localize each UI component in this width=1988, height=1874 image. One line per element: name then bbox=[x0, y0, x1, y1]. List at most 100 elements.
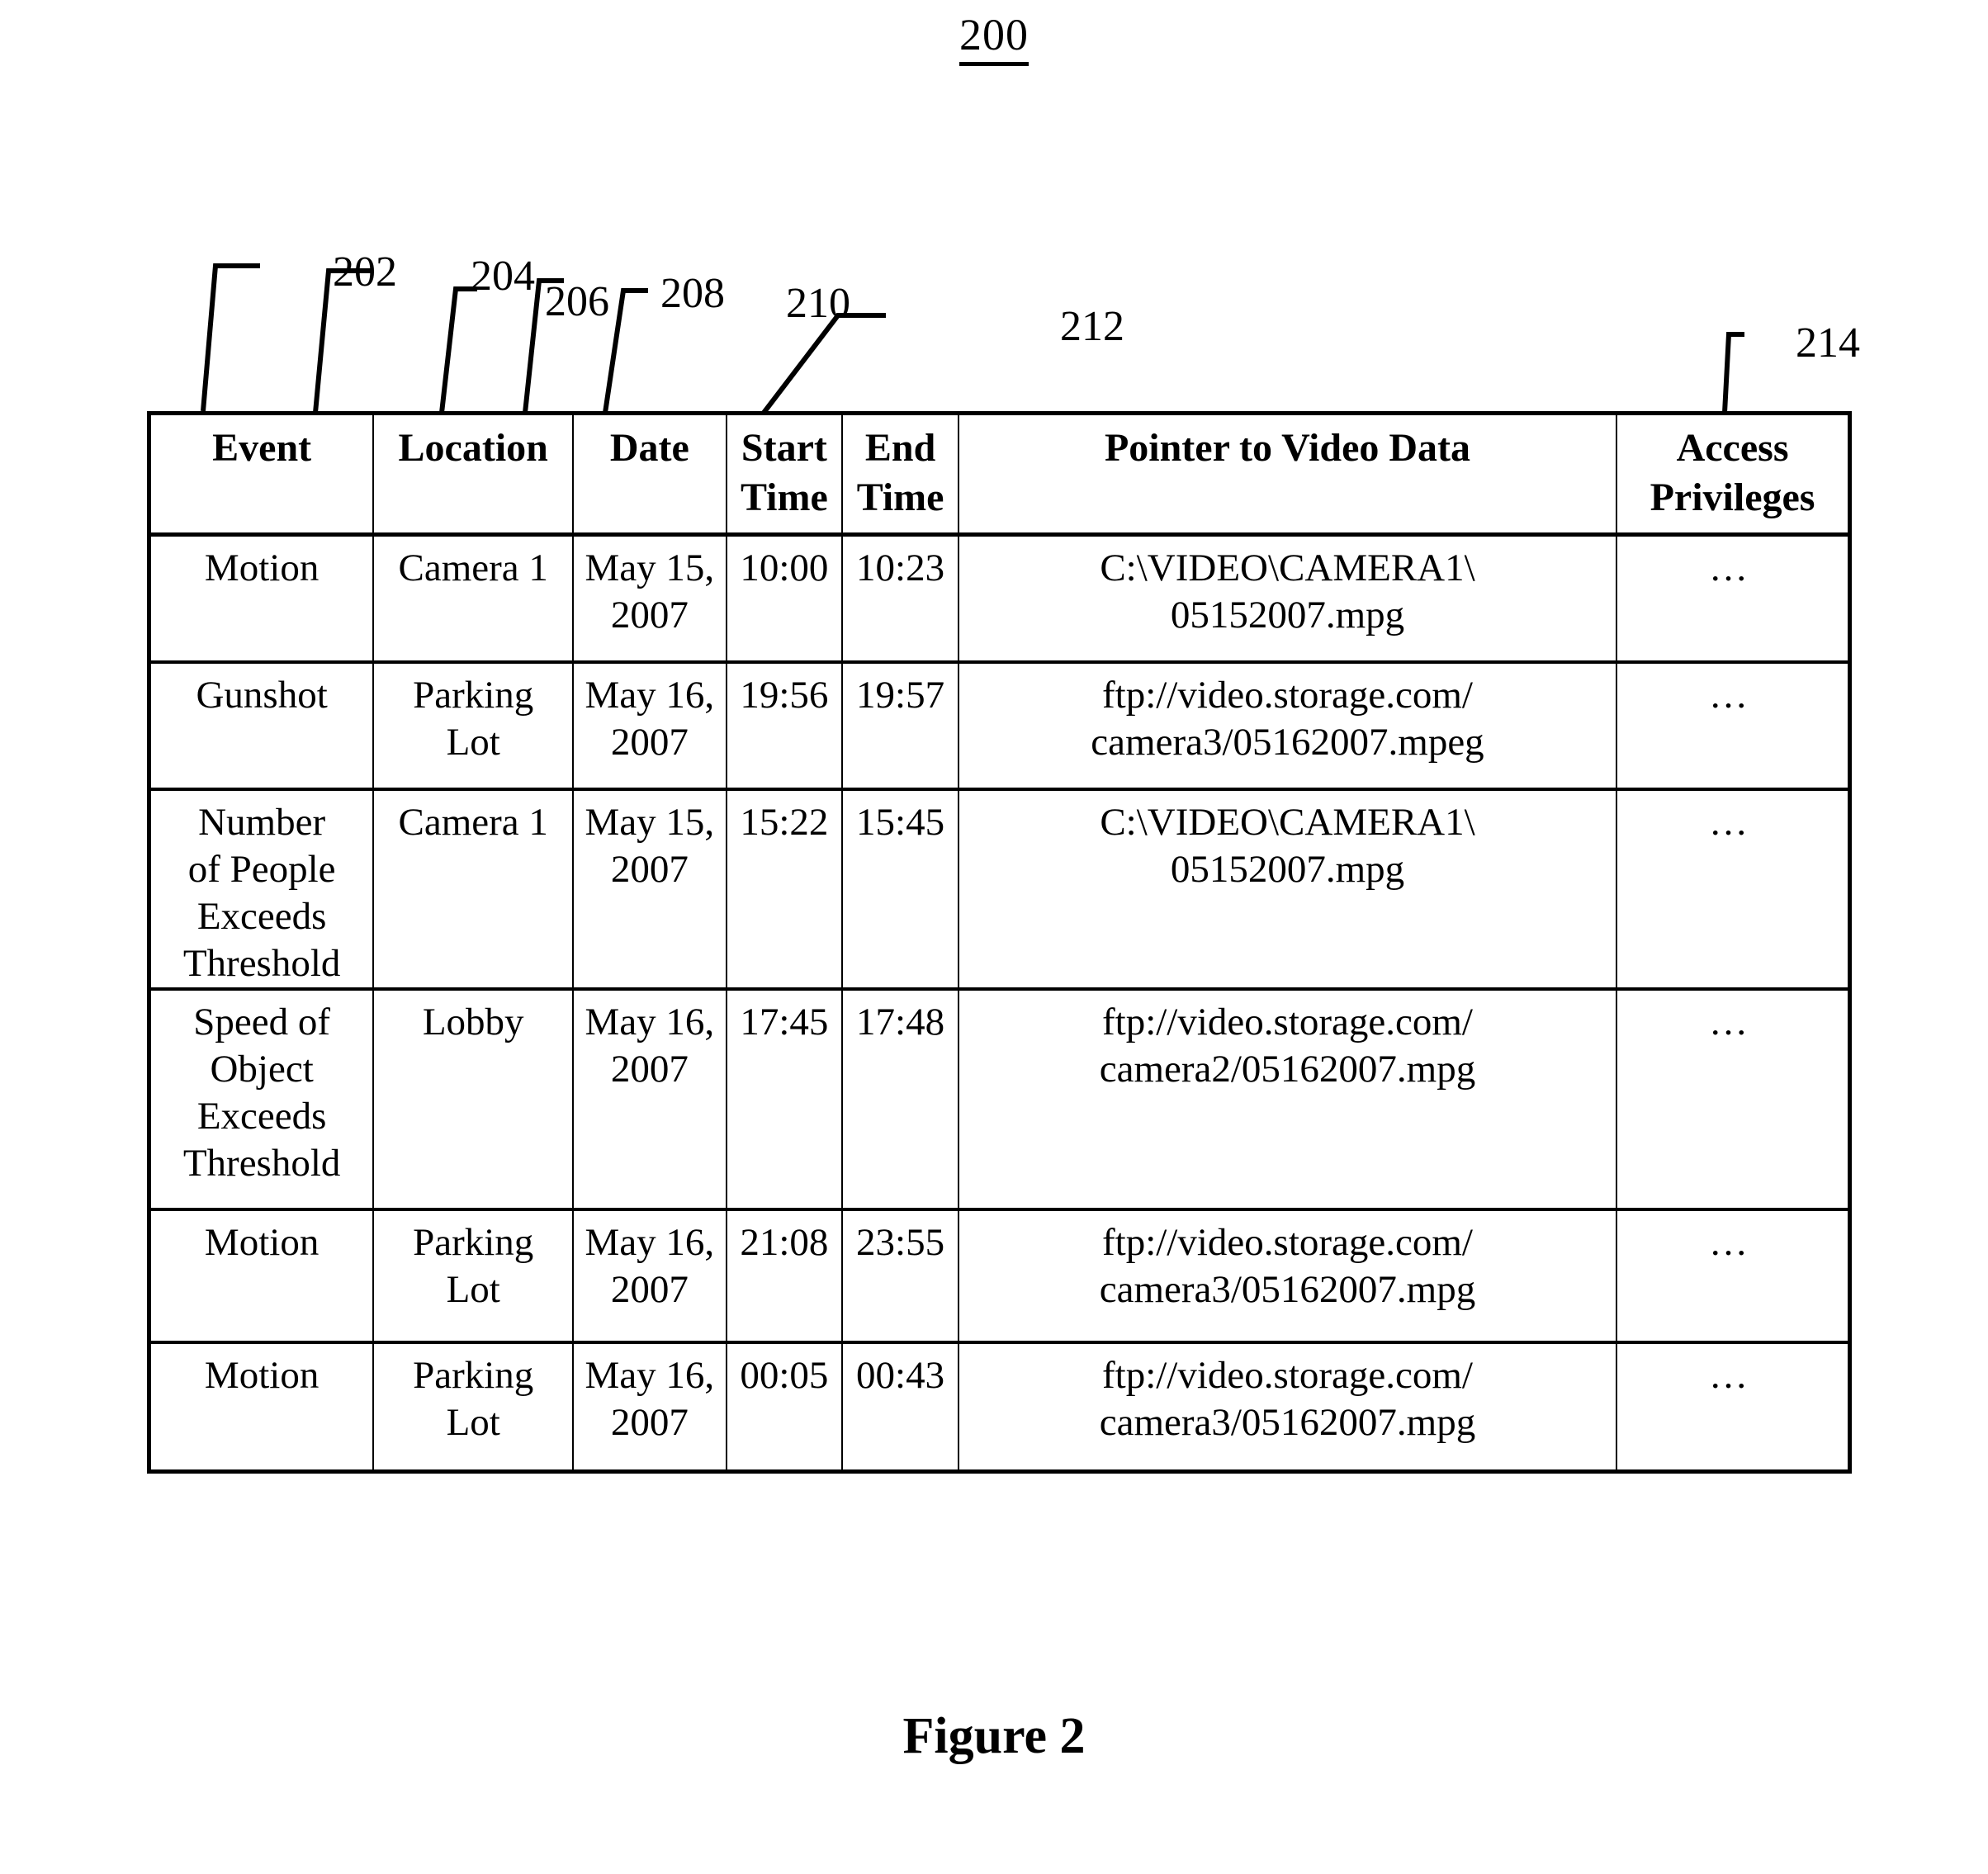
cell-access-privileges: … bbox=[1616, 987, 1853, 1211]
column-header-pointer-to-video-data: Pointer to Video Data bbox=[957, 411, 1618, 537]
column-header-access-line2: Privileges bbox=[1650, 476, 1815, 519]
column-header-location-line1: Location bbox=[398, 426, 548, 470]
cell-location-line: Lot bbox=[446, 721, 500, 764]
column-header-event-line1: Event bbox=[212, 426, 312, 470]
cell-date-line: May 15, bbox=[585, 547, 715, 589]
cell-pointer-line: ftp://video.storage.com/ bbox=[1101, 1354, 1473, 1397]
cell-date: May 16, 2007 bbox=[572, 987, 727, 1211]
cell-location: Camera 1 bbox=[372, 532, 575, 664]
cell-start-time: 15:22 bbox=[725, 788, 844, 991]
cell-access-privileges: … bbox=[1616, 660, 1853, 791]
cell-location-line: Parking bbox=[413, 674, 534, 717]
column-header-date-line1: Date bbox=[609, 426, 689, 470]
cell-pointer-line: camera3/05162007.mpg bbox=[1099, 1401, 1476, 1444]
cell-event: Number of People Exceeds Threshold bbox=[147, 788, 375, 991]
patent-figure-page: 200 202 204 206 208 210 212 214 Event Lo… bbox=[0, 0, 1988, 1874]
cell-pointer-line: ftp://video.storage.com/ bbox=[1101, 674, 1473, 717]
cell-date: May 15, 2007 bbox=[572, 532, 727, 664]
cell-event-line: Threshold bbox=[182, 1142, 341, 1185]
cell-date: May 16, 2007 bbox=[572, 1208, 727, 1344]
leader-line-212 bbox=[761, 313, 886, 414]
cell-date-line: May 16, bbox=[585, 1001, 715, 1043]
cell-start-time: 17:45 bbox=[725, 987, 844, 1211]
cell-pointer: C:\VIDEO\CAMERA1\ 05152007.mpg bbox=[957, 788, 1618, 991]
figure-number-200-text: 200 bbox=[959, 10, 1029, 66]
reference-numeral-206: 206 bbox=[545, 278, 609, 325]
cell-end-time: 23:55 bbox=[841, 1208, 959, 1344]
column-header-start-time-line2: Time bbox=[741, 476, 828, 519]
cell-end-time: 10:23 bbox=[841, 532, 959, 664]
cell-access-privileges: … bbox=[1616, 1208, 1853, 1344]
table-row: Motion Parking Lot May 16, 2007 00:05 00… bbox=[147, 1341, 1853, 1474]
reference-numeral-212: 212 bbox=[1060, 303, 1124, 350]
column-header-end-time: End Time bbox=[841, 411, 959, 537]
cell-start-time: 21:08 bbox=[725, 1208, 844, 1344]
cell-event-line: Number bbox=[198, 801, 326, 844]
cell-date: May 16, 2007 bbox=[572, 660, 727, 791]
cell-location-line: Lot bbox=[446, 1401, 500, 1444]
column-header-access-line1: Access bbox=[1676, 426, 1789, 470]
cell-date-line: 2007 bbox=[610, 594, 689, 636]
reference-numeral-210: 210 bbox=[786, 280, 850, 327]
cell-event-line: Exceeds bbox=[196, 895, 327, 938]
cell-event: Gunshot bbox=[147, 660, 375, 791]
cell-event-line: Exceeds bbox=[196, 1095, 327, 1138]
cell-start-time: 00:05 bbox=[725, 1341, 844, 1474]
table-row: Speed of Object Exceeds Threshold Lobby … bbox=[147, 987, 1853, 1211]
column-header-event: Event bbox=[147, 411, 375, 537]
cell-start-time: 19:56 bbox=[725, 660, 844, 791]
cell-access-privileges: … bbox=[1616, 1341, 1853, 1474]
cell-location: Parking Lot bbox=[372, 660, 575, 791]
cell-pointer: ftp://video.storage.com/ camera2/0516200… bbox=[957, 987, 1618, 1211]
cell-event-line: Gunshot bbox=[196, 674, 328, 717]
leader-line-210 bbox=[603, 288, 648, 414]
reference-numeral-208: 208 bbox=[660, 270, 725, 317]
cell-pointer: C:\VIDEO\CAMERA1\ 05152007.mpg bbox=[957, 532, 1618, 664]
cell-end-time: 00:43 bbox=[841, 1341, 959, 1474]
cell-date-line: May 16, bbox=[585, 1354, 715, 1397]
cell-end-time: 17:48 bbox=[841, 987, 959, 1211]
cell-date-line: 2007 bbox=[610, 721, 689, 764]
cell-access-privileges: … bbox=[1616, 788, 1853, 991]
cell-pointer-line: ftp://video.storage.com/ bbox=[1101, 1221, 1473, 1264]
cell-location-line: Lobby bbox=[422, 1001, 524, 1043]
table-row: Motion Camera 1 May 15, 2007 10:00 10:23… bbox=[147, 532, 1853, 664]
table-row: Motion Parking Lot May 16, 2007 21:08 23… bbox=[147, 1208, 1853, 1344]
cell-pointer-line: ftp://video.storage.com/ bbox=[1101, 1001, 1473, 1043]
cell-event-line: Motion bbox=[204, 1354, 320, 1397]
cell-event: Motion bbox=[147, 532, 375, 664]
cell-date-line: May 16, bbox=[585, 1221, 715, 1264]
cell-pointer-line: 05152007.mpg bbox=[1170, 594, 1405, 636]
cell-pointer-line: camera2/05162007.mpg bbox=[1099, 1048, 1476, 1091]
column-header-end-time-line2: Time bbox=[856, 476, 944, 519]
cell-event-line: of People bbox=[187, 848, 336, 891]
column-header-pointer-line1: Pointer to Video Data bbox=[1104, 426, 1471, 470]
cell-location-line: Camera 1 bbox=[398, 801, 548, 844]
cell-event: Motion bbox=[147, 1208, 375, 1344]
cell-access-privileges: … bbox=[1616, 532, 1853, 664]
figure-number-200: 200 bbox=[0, 8, 1988, 66]
reference-numeral-214: 214 bbox=[1796, 319, 1860, 367]
column-header-access-privileges: Access Privileges bbox=[1616, 411, 1853, 537]
cell-event-line: Motion bbox=[204, 547, 320, 589]
cell-start-time: 10:00 bbox=[725, 532, 844, 664]
column-header-start-time-line1: Start bbox=[741, 426, 827, 470]
column-header-end-time-line1: End bbox=[864, 426, 936, 470]
table-row: Number of People Exceeds Threshold Camer… bbox=[147, 788, 1853, 991]
cell-event-line: Motion bbox=[204, 1221, 320, 1264]
cell-pointer-line: camera3/05162007.mpeg bbox=[1091, 721, 1484, 764]
cell-pointer-line: C:\VIDEO\CAMERA1\ bbox=[1100, 801, 1475, 844]
cell-location: Camera 1 bbox=[372, 788, 575, 991]
cell-pointer-line: camera3/05162007.mpg bbox=[1099, 1268, 1476, 1311]
cell-pointer-line: C:\VIDEO\CAMERA1\ bbox=[1100, 547, 1475, 589]
cell-date-line: May 16, bbox=[585, 674, 715, 717]
cell-location-line: Parking bbox=[413, 1221, 534, 1264]
cell-location-line: Parking bbox=[413, 1354, 534, 1397]
cell-pointer: ftp://video.storage.com/ camera3/0516200… bbox=[957, 660, 1618, 791]
cell-date-line: May 15, bbox=[585, 801, 715, 844]
cell-date-line: 2007 bbox=[610, 1401, 689, 1444]
table-row: Gunshot Parking Lot May 16, 2007 19:56 1… bbox=[147, 660, 1853, 791]
cell-end-time: 19:57 bbox=[841, 660, 959, 791]
column-header-location: Location bbox=[372, 411, 575, 537]
cell-event-line: Object bbox=[210, 1048, 314, 1091]
